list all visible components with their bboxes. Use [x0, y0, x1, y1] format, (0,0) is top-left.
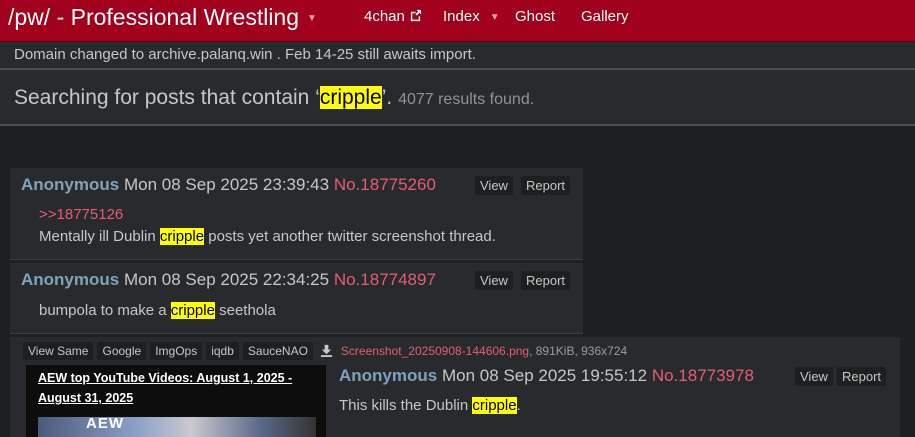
board-title[interactable]: /pw/ - Professional Wrestling ▼	[8, 4, 317, 31]
result-count: 4077 results found.	[398, 91, 535, 108]
poster-name: Anonymous	[21, 270, 120, 289]
report-button[interactable]: Report	[521, 271, 571, 290]
search-summary: Searching for posts that contain ‘crippl…	[0, 70, 915, 126]
post-date: Mon 08 Sep 2025 23:39:43	[123, 175, 330, 194]
post-number[interactable]: No.18775260	[334, 175, 436, 194]
post-text: Mentally ill Dublin cripple posts yet an…	[39, 228, 496, 245]
file-tools: View Same Google ImgOps iqdb SauceNAO Screens…	[23, 342, 627, 360]
nav-index[interactable]: Index ▼	[443, 8, 500, 25]
search-term: cripple	[319, 86, 382, 109]
nav-gallery[interactable]: Gallery	[581, 8, 629, 25]
chevron-down-icon: ▼	[489, 11, 500, 23]
thumbnail-image-strip	[38, 417, 316, 437]
post: Anonymous Mon 08 Sep 2025 22:34:25 No.18…	[10, 263, 583, 334]
highlight-term: cripple	[159, 228, 205, 245]
download-icon[interactable]	[320, 344, 333, 357]
view-same-button[interactable]: View Same	[23, 342, 94, 360]
saucenao-button[interactable]: SauceNAO	[242, 342, 313, 360]
imgops-button[interactable]: ImgOps	[150, 342, 203, 360]
report-button[interactable]: Report	[837, 367, 887, 386]
view-button[interactable]: View	[475, 271, 513, 290]
notice-text: Domain changed to archive.palanq.win . F…	[14, 46, 476, 63]
post-number[interactable]: No.18774897	[334, 270, 436, 289]
file-name-link[interactable]: Screenshot_20250908-144606.png	[341, 344, 529, 358]
nav-4chan[interactable]: 4chan	[364, 8, 422, 25]
view-button[interactable]: View	[475, 176, 513, 195]
post-header: Anonymous Mon 08 Sep 2025 19:55:12 No.18…	[339, 366, 754, 386]
file-meta: , 891KiB, 936x724	[529, 344, 628, 358]
chevron-down-icon: ▼	[307, 13, 317, 25]
top-navbar: /pw/ - Professional Wrestling ▼ 4chan Ind…	[0, 0, 915, 42]
post-header: Anonymous Mon 08 Sep 2025 22:34:25 No.18…	[21, 270, 436, 290]
post-number[interactable]: No.18773978	[652, 366, 754, 385]
search-heading: Searching for posts that contain ‘crippl…	[14, 86, 535, 109]
external-link-icon	[410, 9, 421, 22]
quote-link[interactable]: >>18775126	[39, 206, 123, 223]
poster-name: Anonymous	[21, 175, 120, 194]
post: Anonymous Mon 08 Sep 2025 23:39:43 No.18…	[10, 168, 583, 260]
nav-ghost[interactable]: Ghost	[515, 8, 555, 25]
aew-logo: AEW	[86, 415, 124, 432]
post-text: This kills the Dublin cripple.	[339, 397, 521, 414]
google-button[interactable]: Google	[97, 342, 147, 360]
site-notice: Domain changed to archive.palanq.win . F…	[0, 42, 915, 70]
poster-name: Anonymous	[339, 366, 438, 385]
post-with-image: View Same Google ImgOps iqdb SauceNAO Screens…	[10, 337, 900, 437]
thumbnail-title: AEW top YouTube Videos: August 1, 2025 -…	[38, 371, 293, 405]
iqdb-button[interactable]: iqdb	[206, 342, 239, 360]
post-thumbnail[interactable]: AEW top YouTube Videos: August 1, 2025 -…	[26, 365, 326, 437]
post-text: bumpola to make a cripple seethola	[39, 302, 276, 319]
highlight-term: cripple	[472, 397, 517, 414]
post-date: Mon 08 Sep 2025 22:34:25	[123, 270, 330, 289]
view-button[interactable]: View	[795, 367, 833, 386]
post-header: Anonymous Mon 08 Sep 2025 23:39:43 No.18…	[21, 175, 436, 195]
highlight-term: cripple	[170, 302, 215, 319]
post-date: Mon 08 Sep 2025 19:55:12	[441, 366, 648, 385]
report-button[interactable]: Report	[521, 176, 571, 195]
